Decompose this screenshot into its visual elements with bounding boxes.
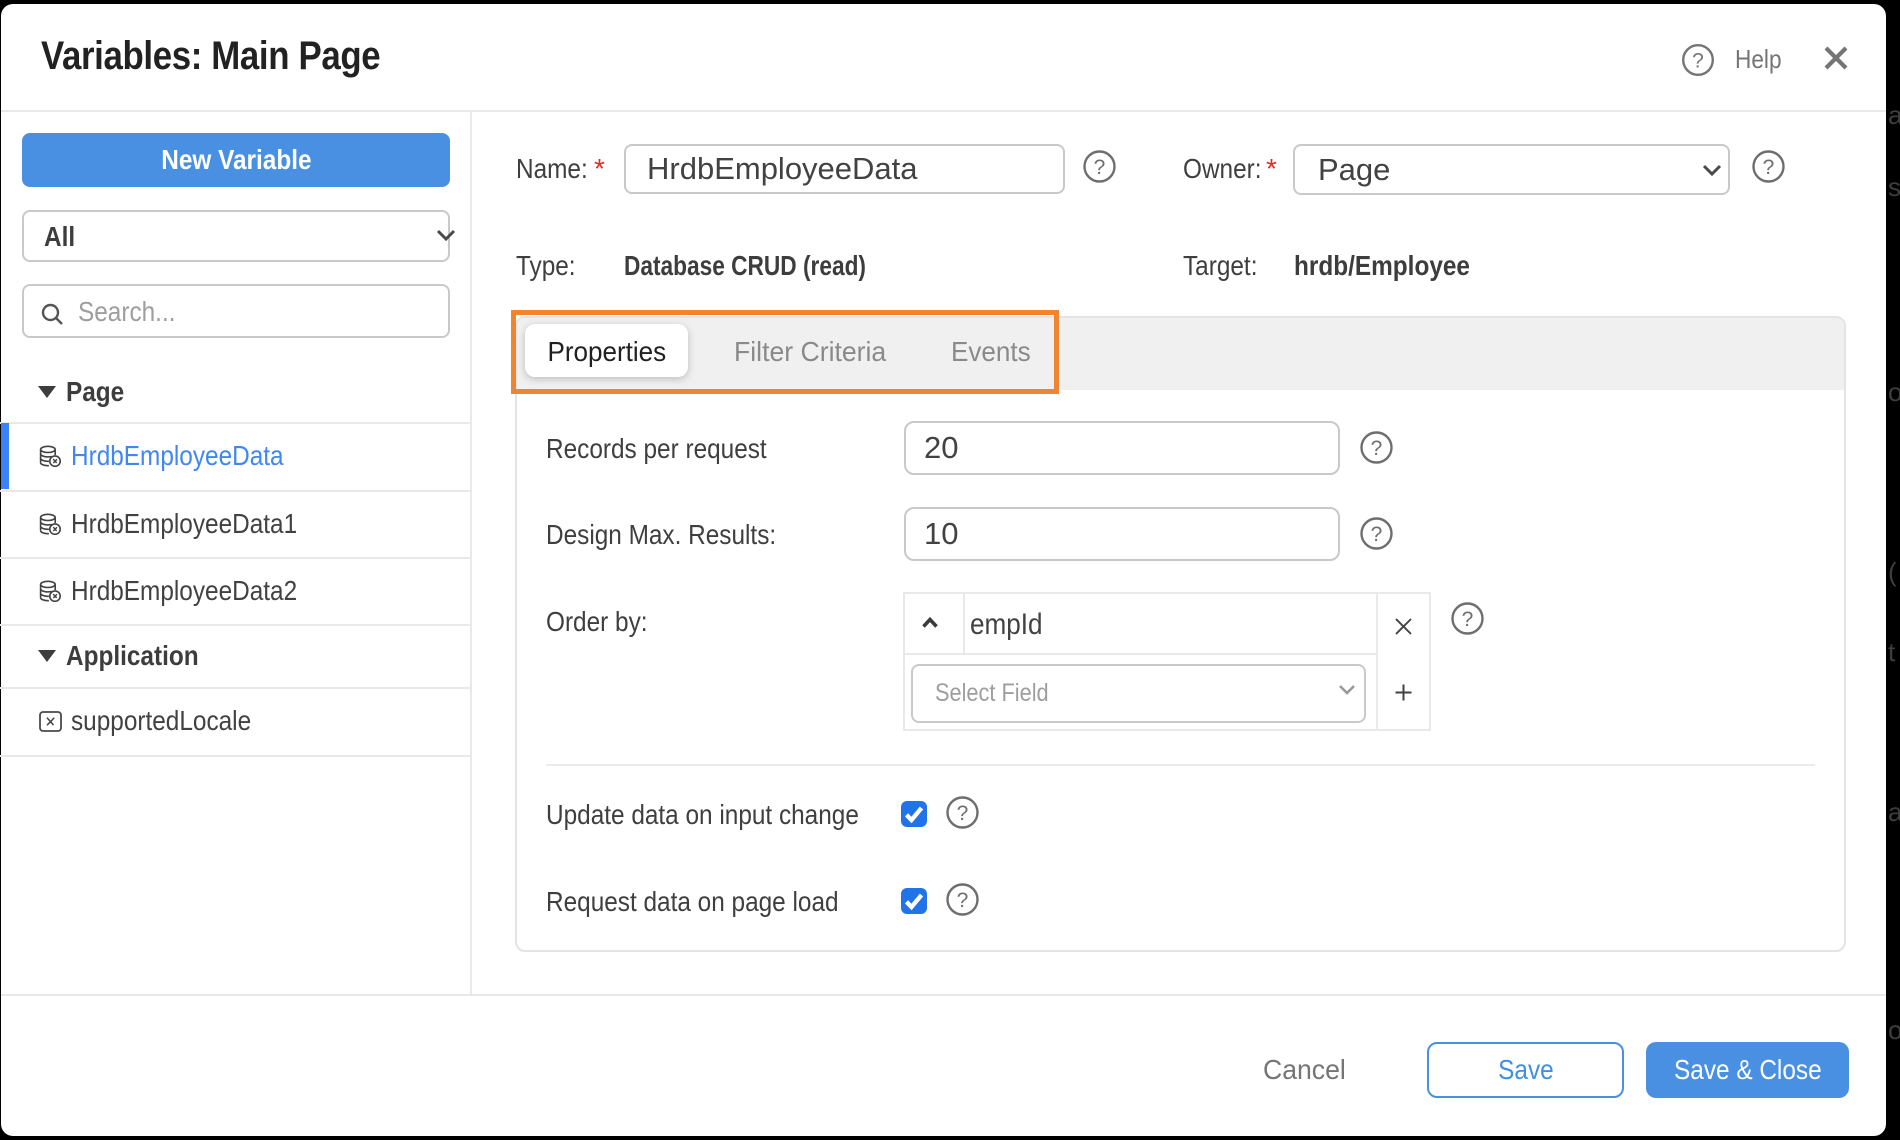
svg-text:?: ? — [1763, 156, 1775, 179]
svg-text:?: ? — [957, 802, 969, 825]
svg-text:?: ? — [1692, 50, 1704, 73]
svg-text:?: ? — [1371, 437, 1383, 460]
svg-text:?: ? — [1371, 523, 1383, 546]
svg-text:?: ? — [957, 889, 969, 912]
svg-text:?: ? — [1094, 156, 1106, 179]
svg-text:?: ? — [1462, 608, 1474, 631]
